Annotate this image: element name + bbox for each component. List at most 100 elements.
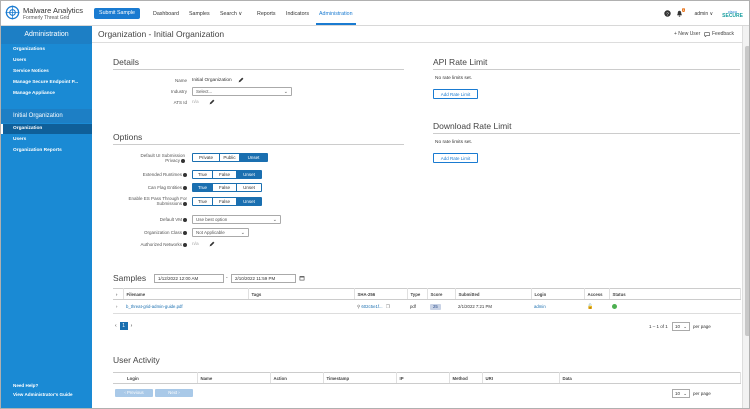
privacy-option-public[interactable]: Public [220, 154, 240, 161]
default-vm-select[interactable]: Use best option ⌄ [192, 215, 281, 224]
info-icon [183, 217, 187, 222]
sidebar-item-organizations[interactable]: Organizations [13, 47, 45, 52]
column-header-score[interactable]: Score [427, 288, 456, 300]
info-icon [183, 201, 187, 206]
nav-indicators[interactable]: Indicators [286, 1, 309, 25]
activity-per-page-select[interactable]: 10 ⌄ [672, 389, 690, 398]
sidebar-item-organization-reports[interactable]: Organization Reports [13, 148, 62, 153]
column-header-status[interactable]: Status [609, 288, 741, 300]
calendar-icon[interactable] [299, 275, 305, 281]
flag-option-false[interactable]: False [213, 184, 237, 191]
activity-previous-button[interactable]: ‹ Previous [115, 389, 153, 397]
column-header-sha256[interactable]: SHA-256 [354, 288, 408, 300]
es-option-false[interactable]: False [213, 198, 237, 205]
flag-option-unset[interactable]: Unset [237, 184, 261, 191]
column-header-name[interactable]: Name [197, 372, 271, 384]
prev-page-icon[interactable]: ‹ [115, 323, 117, 329]
column-header-tags[interactable]: Tags [248, 288, 355, 300]
org-class-select[interactable]: Not Applicable ⌄ [192, 228, 249, 237]
industry-select[interactable]: Select... ⌄ [192, 87, 292, 96]
sample-sha-cell: ⚲ 602c5e1f... ❐ [354, 299, 407, 314]
column-header-login[interactable]: Login [113, 372, 198, 384]
nav-samples[interactable]: Samples [189, 1, 210, 25]
privacy-option-private[interactable]: Private [193, 154, 220, 161]
samples-date-from[interactable]: 1/12/2022 12:00 AM [154, 274, 224, 283]
org-class-select-value: Not Applicable [196, 230, 225, 235]
edit-name-icon[interactable] [238, 77, 244, 83]
scrollbar-thumb[interactable] [745, 46, 749, 336]
runtimes-option-true[interactable]: True [193, 171, 213, 178]
notification-bell-icon[interactable]: 1 [676, 8, 686, 17]
column-header-timestamp[interactable]: Timestamp [323, 372, 397, 384]
column-header-action[interactable]: Action [270, 372, 324, 384]
column-header-access[interactable]: Access [584, 288, 610, 300]
samples-per-page: 10 ⌄ per page [672, 322, 711, 331]
nav-reports[interactable]: Reports [257, 1, 276, 25]
column-header-type[interactable]: Type [407, 288, 428, 300]
column-header-data[interactable]: Data [559, 372, 741, 384]
info-icon [183, 242, 187, 247]
column-header-uri[interactable]: URI [482, 372, 560, 384]
can-flag-toggle-group[interactable]: True False Unset [192, 183, 262, 192]
sample-filename-link[interactable]: b_threat-grid-admin-guide.pdf [123, 299, 248, 314]
expand-row-icon[interactable]: › [113, 299, 123, 314]
es-option-unset[interactable]: Unset [237, 198, 261, 205]
copy-icon[interactable]: ❐ [386, 304, 390, 309]
sidebar-item-manage-appliance[interactable]: Manage Appliance [13, 91, 55, 96]
runtimes-option-unset[interactable]: Unset [237, 171, 261, 178]
admin-guide-link[interactable]: View Administrator's Guide [13, 392, 73, 397]
flag-option-true[interactable]: True [193, 184, 213, 191]
samples-date-to[interactable]: 2/10/2022 11:59 PM [231, 274, 296, 283]
edit-ats-id-icon[interactable] [209, 99, 215, 105]
sidebar-item-org-users[interactable]: Users [13, 137, 26, 142]
sidebar-item-manage-secure-endpoint[interactable]: Manage Secure Endpoint P... [13, 80, 78, 85]
column-header-login[interactable]: Login [531, 288, 585, 300]
add-api-rate-limit-button[interactable]: Add Rate Limit [433, 89, 478, 99]
sample-sha-link[interactable]: 602c5e1f... [361, 304, 382, 309]
feedback-button[interactable]: Feedback [704, 31, 734, 37]
extended-runtimes-toggle-group[interactable]: True False Unset [192, 170, 262, 179]
column-header-submitted[interactable]: Submitted [455, 288, 532, 300]
name-label: Name [174, 78, 187, 83]
name-value: Initial Organization [192, 78, 232, 83]
privacy-option-unset[interactable]: Unset [240, 154, 267, 161]
runtimes-option-false[interactable]: False [213, 171, 237, 178]
samples-per-page-select[interactable]: 10 ⌄ [672, 322, 690, 331]
nav-administration[interactable]: Administration [316, 1, 356, 25]
activity-next-button[interactable]: Next › [155, 389, 193, 397]
user-menu[interactable]: admin ∨ [694, 11, 713, 17]
status-success-icon [612, 303, 617, 309]
option-label-privacy: Default UI Submission Privacy [125, 153, 185, 163]
brand-logo[interactable]: Malware Analytics Formerly Threat Grid [5, 4, 88, 23]
info-icon [183, 230, 187, 235]
main-scrollbar[interactable] [742, 26, 749, 408]
lock-icon: 🔓 [587, 303, 594, 310]
privacy-toggle-group[interactable]: Private Public Unset [192, 153, 268, 162]
submit-sample-button[interactable]: Submit Sample [94, 8, 140, 19]
page-number-button[interactable]: 1 [119, 322, 128, 330]
sidebar-item-service-notices[interactable]: Service Notices [13, 69, 49, 74]
nav-search[interactable]: Search ∨ [220, 1, 242, 25]
sample-login-link[interactable]: admin [531, 299, 584, 314]
add-download-rate-limit-button[interactable]: Add Rate Limit [433, 153, 478, 163]
need-help-link[interactable]: Need Help? [13, 383, 38, 388]
edit-networks-icon[interactable] [209, 241, 215, 247]
column-header-ip[interactable]: IP [396, 372, 450, 384]
help-icon[interactable]: ? [664, 10, 672, 17]
authorized-networks-label: Authorized Networks [140, 242, 187, 247]
table-row[interactable]: › b_threat-grid-admin-guide.pdf ⚲ 602c5e… [113, 299, 741, 314]
column-header-filename[interactable]: Filename [123, 288, 249, 300]
new-user-button[interactable]: + New User [674, 31, 700, 37]
info-icon [183, 172, 187, 177]
sidebar-item-organization[interactable]: Organization [1, 124, 92, 134]
sample-tags [248, 299, 354, 314]
brand-title: Malware Analytics [23, 6, 84, 15]
es-option-true[interactable]: True [193, 198, 213, 205]
nav-dashboard[interactable]: Dashboard [153, 1, 179, 25]
download-rate-divider [433, 133, 740, 134]
search-icon[interactable]: ⚲ [357, 304, 360, 309]
next-page-icon[interactable]: › [131, 323, 133, 329]
es-pass-through-toggle-group[interactable]: True False Unset [192, 197, 262, 206]
sidebar-item-users[interactable]: Users [13, 58, 26, 63]
column-header-method[interactable]: Method [449, 372, 483, 384]
